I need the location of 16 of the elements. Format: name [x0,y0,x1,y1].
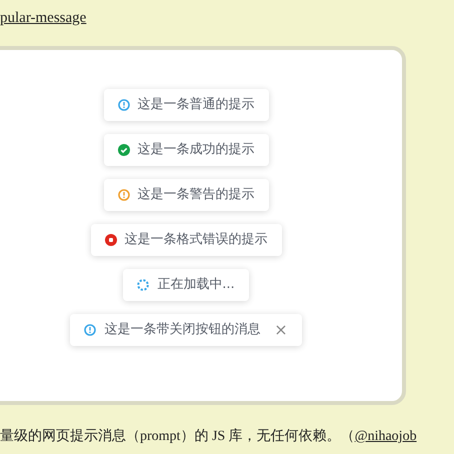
message-text: 这是一条警告的提示 [138,186,254,204]
message-text: 正在加载中... [157,276,235,294]
author-link[interactable]: @nihaojob [354,429,417,444]
message-text: 这是一条格式错误的提示 [124,231,268,250]
message-text: 这是一条成功的提示 [138,141,254,160]
message-text: 这是一条普通的提示 [138,96,254,114]
repository-link[interactable]: pular-message [0,10,86,26]
message-text: 这是一条带关闭按钮的消息 [104,321,260,340]
description-text: 量级的网页提示消息（prompt）的 JS 库，无任何依赖。（@nihaojob [0,427,418,446]
spinner-icon [137,279,150,291]
warning-icon [118,189,130,201]
info-icon [84,324,96,336]
check-icon [118,144,130,156]
close-button[interactable]: × [274,322,288,338]
error-icon [104,234,116,246]
info-icon [118,99,130,111]
